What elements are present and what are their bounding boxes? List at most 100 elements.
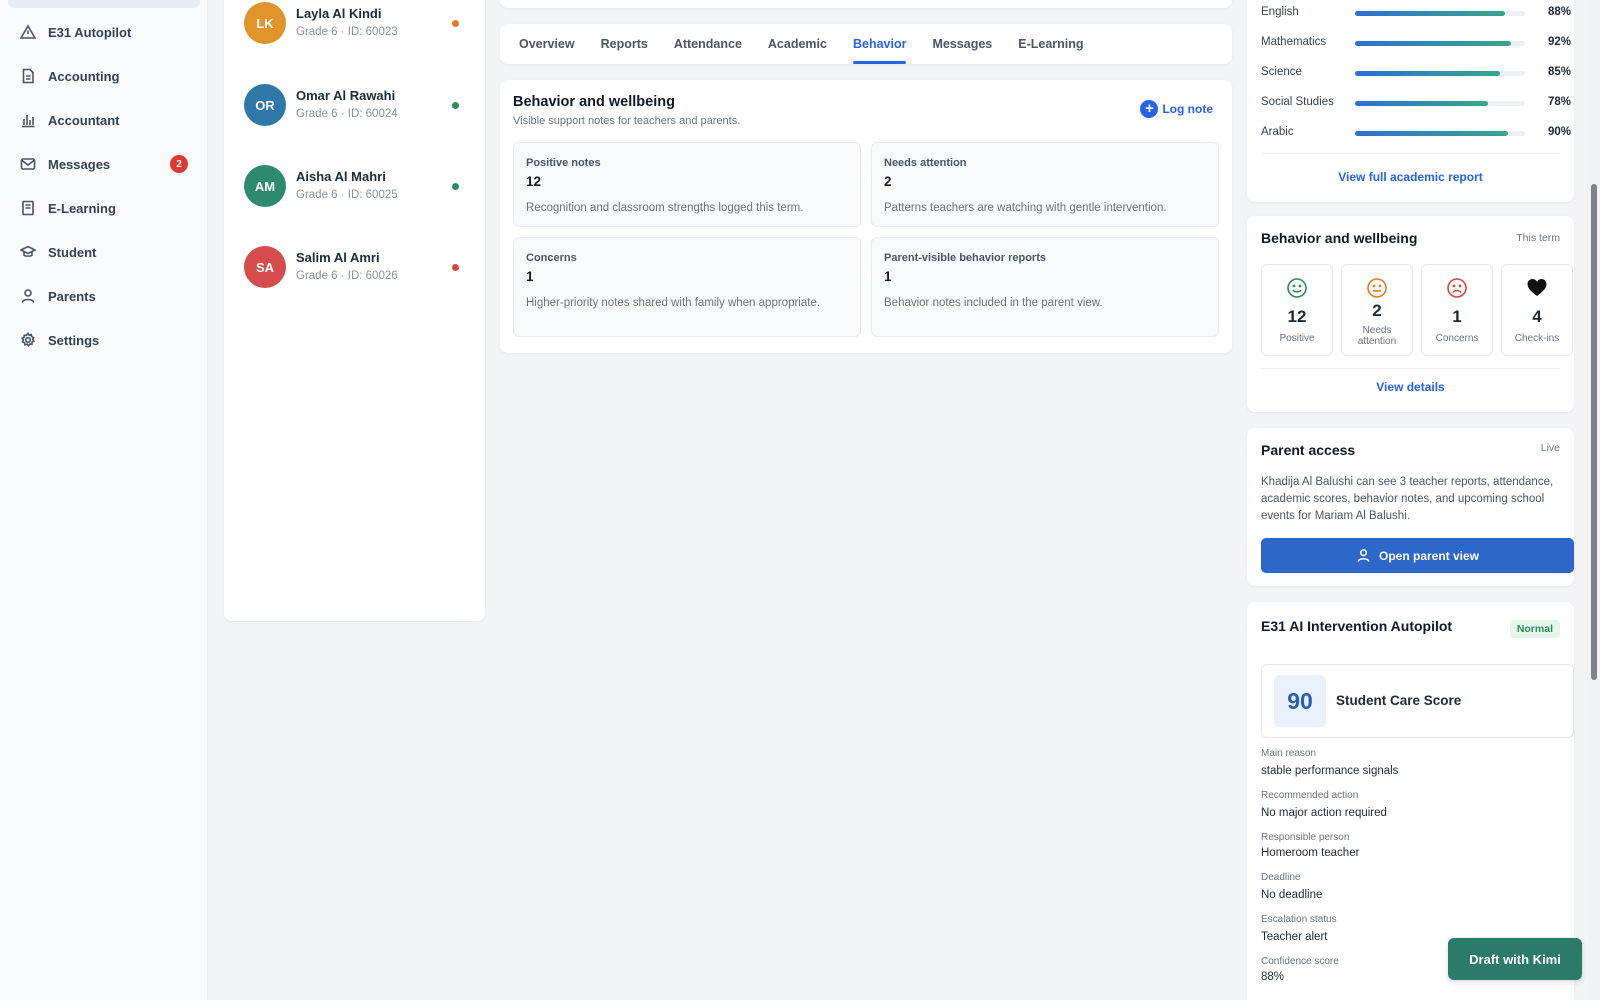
tab-academic[interactable]: Academic (768, 24, 827, 64)
student-name: Omar Al Rawahi (296, 88, 396, 103)
sidebar-item-accountant[interactable]: Accountant (0, 102, 208, 138)
student-meta: Grade 6 · ID: 60025 (296, 189, 398, 201)
student-list-item[interactable]: AM Aisha Al Mahri Grade 6 · ID: 60025 (224, 165, 485, 235)
stat-concerns: Concerns 1 Higher-priority notes shared … (513, 237, 861, 337)
subject-row: Social Studies 78% (1261, 96, 1571, 112)
care-score-label: Student Care Score (1336, 693, 1462, 708)
subject-progress-fill (1355, 11, 1505, 16)
divider (1261, 368, 1560, 369)
subject-row: English 88% (1261, 6, 1571, 22)
parent-access-description: Khadija Al Balushi can see 3 teacher rep… (1261, 476, 1554, 522)
student-name: Aisha Al Mahri (296, 169, 386, 184)
sidebar: E31 Autopilot Accounting Accountant Mess… (0, 0, 208, 1000)
avatar: AM (244, 165, 286, 207)
section-subtitle: Visible support notes for teachers and p… (513, 115, 741, 127)
tab-e-learning[interactable]: E-Learning (1018, 24, 1083, 64)
messages-count-badge: 2 (170, 155, 188, 173)
status-badge: Normal (1509, 620, 1560, 638)
field-value: 88% (1261, 971, 1285, 983)
neutral-face-icon (1342, 277, 1412, 299)
avatar: OR (244, 84, 286, 126)
gear-icon (21, 332, 36, 347)
sidebar-item-label: Student (48, 244, 97, 260)
stat-description: Behavior notes included in the parent vi… (884, 297, 1103, 309)
sidebar-item-messages[interactable]: Messages 2 (0, 146, 208, 182)
stat-value: 1 (884, 269, 892, 284)
graduation-cap-icon (20, 245, 36, 257)
tab-behavior[interactable]: Behavior (852, 24, 906, 64)
card-title: Parent access (1261, 442, 1356, 458)
status-dot (452, 264, 459, 271)
tab-overview[interactable]: Overview (519, 24, 575, 64)
student-meta: Grade 6 · ID: 60026 (296, 270, 398, 282)
bar-chart-icon (22, 115, 35, 128)
field-label: Responsible person (1261, 832, 1350, 843)
subject-progress-track (1355, 131, 1525, 136)
field-label: Confidence score (1261, 956, 1339, 967)
sidebar-item-student[interactable]: Student (0, 234, 208, 270)
sidebar-item-e-learning[interactable]: E-Learning (0, 190, 208, 226)
subject-percent: 92% (1548, 36, 1572, 48)
wellbeing-label: Needs attention (1357, 325, 1397, 347)
stat-label: Concerns (526, 252, 577, 264)
sidebar-item-label: Messages (48, 156, 111, 172)
page-scrollbar[interactable] (1588, 0, 1600, 1000)
stat-value: 1 (526, 269, 534, 284)
wellbeing-value: 2 (1372, 301, 1382, 320)
card-title: Behavior and wellbeing (1261, 230, 1418, 246)
wellbeing-label: Positive (1279, 333, 1315, 344)
draft-with-kimi-button[interactable]: Draft with Kimi (1448, 938, 1582, 980)
stat-value: 2 (884, 174, 892, 189)
card-tag: This term (1516, 232, 1560, 244)
tab-attendance[interactable]: Attendance (674, 24, 742, 64)
student-name: Salim Al Amri (296, 250, 380, 265)
live-tag: Live (1540, 442, 1560, 454)
sidebar-item-label: Settings (48, 332, 100, 348)
document-icon (22, 68, 34, 84)
sidebar-item-e31-autopilot[interactable]: E31 Autopilot (0, 14, 208, 50)
frown-icon (1422, 277, 1492, 299)
subject-progress-track (1355, 11, 1525, 16)
student-name: Layla Al Kindi (296, 6, 382, 21)
field-value: stable performance signals (1261, 765, 1399, 777)
book-icon (22, 200, 34, 216)
care-score-value: 90 (1274, 675, 1326, 727)
sidebar-active-item-stub[interactable] (8, 0, 200, 8)
sidebar-item-settings[interactable]: Settings (0, 322, 208, 358)
avatar: SA (244, 246, 286, 288)
sidebar-item-parents[interactable]: Parents (0, 278, 208, 314)
tab-reports[interactable]: Reports (601, 24, 648, 64)
wellbeing-label: Check-ins (1514, 333, 1560, 344)
field-label: Main reason (1261, 748, 1317, 759)
section-title: Behavior and wellbeing (513, 94, 675, 110)
subject-progress-track (1355, 71, 1525, 76)
student-list-item[interactable]: SA Salim Al Amri Grade 6 · ID: 60026 (224, 246, 485, 316)
status-dot (452, 20, 459, 27)
subject-row: Mathematics 92% (1261, 36, 1571, 52)
student-list-item[interactable]: LK Layla Al Kindi Grade 6 · ID: 60023 (224, 2, 485, 72)
scrollbar-thumb[interactable] (1591, 184, 1597, 680)
card-title: E31 AI Intervention Autopilot (1261, 618, 1453, 634)
subject-row: Arabic 90% (1261, 126, 1571, 142)
tab-messages[interactable]: Messages (932, 24, 992, 64)
student-meta: Grade 6 · ID: 60024 (296, 108, 398, 120)
subject-progress-fill (1355, 71, 1500, 76)
view-details-link[interactable]: View details (1247, 380, 1574, 394)
student-list-panel: LK Layla Al Kindi Grade 6 · ID: 60023 OR… (224, 0, 485, 621)
wellbeing-value: 4 (1532, 307, 1542, 326)
subject-progress-track (1355, 41, 1525, 46)
log-note-button[interactable]: + Log note (1140, 100, 1213, 118)
subject-row: Science 85% (1261, 66, 1571, 82)
subject-progress-fill (1355, 131, 1508, 136)
avatar: LK (244, 2, 286, 44)
stat-positive-notes: Positive notes 12 Recognition and classr… (513, 142, 861, 227)
open-parent-view-button[interactable]: Open parent view (1261, 538, 1574, 573)
stat-parent-visible-reports: Parent-visible behavior reports 1 Behavi… (871, 237, 1219, 337)
view-full-academic-report-link[interactable]: View full academic report (1247, 170, 1574, 184)
field-label: Recommended action (1261, 790, 1359, 801)
student-list-item[interactable]: OR Omar Al Rawahi Grade 6 · ID: 60024 (224, 84, 485, 154)
sidebar-item-label: Parents (48, 288, 96, 304)
sidebar-item-accounting[interactable]: Accounting (0, 58, 208, 94)
plus-icon: + (1140, 100, 1159, 118)
sidebar-item-label: E-Learning (48, 200, 116, 216)
